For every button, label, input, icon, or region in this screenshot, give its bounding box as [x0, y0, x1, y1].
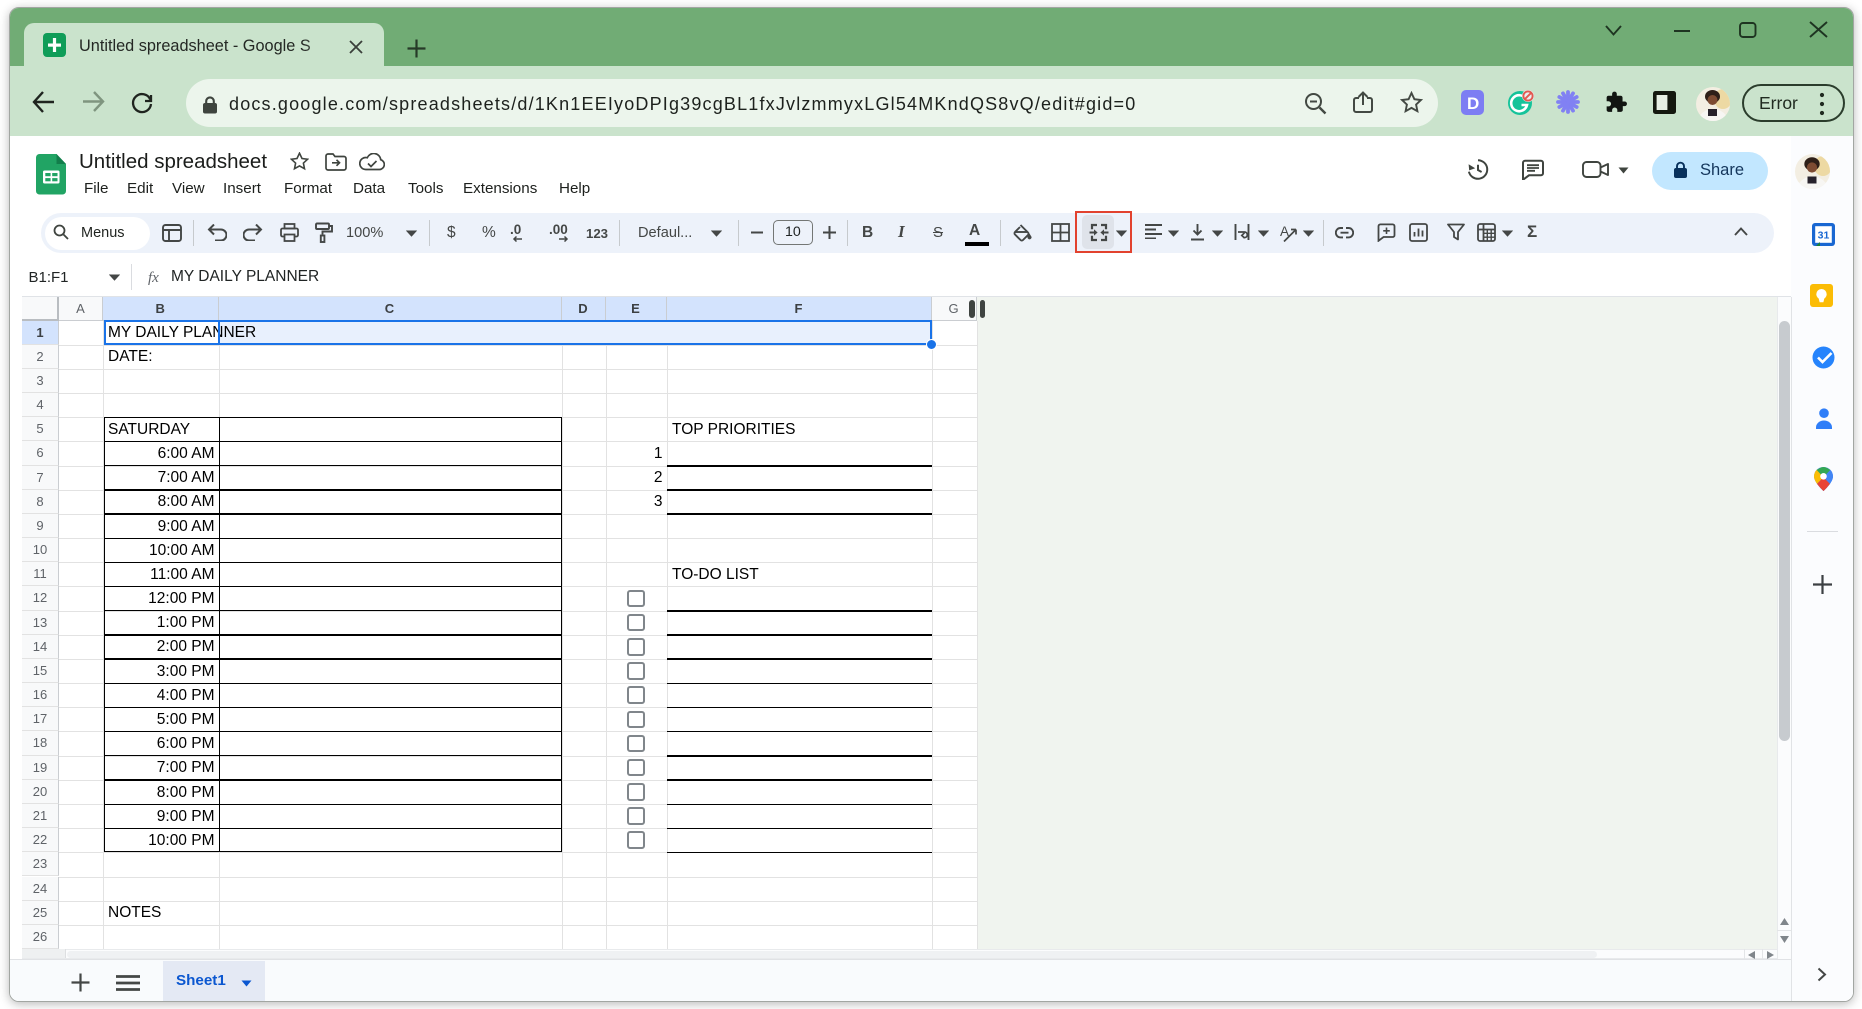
svg-text:D: D [1467, 94, 1479, 113]
svg-text:.0: .0 [510, 222, 521, 237]
svg-text:.00: .00 [549, 222, 568, 237]
svg-text:31: 31 [1818, 229, 1830, 241]
